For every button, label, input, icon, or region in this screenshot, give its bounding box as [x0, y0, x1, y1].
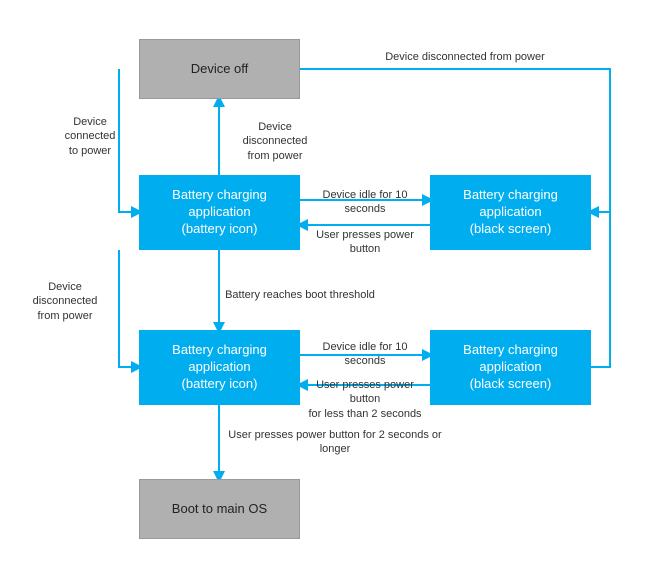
label-power-button-2s: User presses power button for 2 seconds …: [225, 428, 445, 457]
label-disconnected-from-power-top: Device disconnected from power: [380, 50, 550, 64]
label-idle-10s-top: Device idle for 10 seconds: [305, 188, 425, 217]
label-power-button-top: User presses power button: [305, 228, 425, 257]
boot-main-os-node: Boot to main OS: [139, 479, 300, 539]
battery-charging-top-left-label: Battery chargingapplication(battery icon…: [172, 187, 267, 238]
battery-charging-top-right-node: Battery chargingapplication(black screen…: [430, 175, 591, 250]
device-off-label: Device off: [191, 61, 249, 78]
label-disconnected-top: Device disconnectedfrom power: [225, 120, 325, 163]
label-power-button-less: User presses power buttonfor less than 2…: [305, 378, 425, 421]
battery-charging-bot-right-label: Battery chargingapplication(black screen…: [463, 342, 558, 393]
battery-charging-top-right-label: Battery chargingapplication(black screen…: [463, 187, 558, 238]
diagram: Device off Battery chargingapplication(b…: [0, 0, 650, 580]
battery-charging-bot-left-label: Battery chargingapplication(battery icon…: [172, 342, 267, 393]
label-idle-10s-bot: Device idle for 10 seconds: [305, 340, 425, 369]
boot-main-os-label: Boot to main OS: [172, 501, 267, 518]
battery-charging-top-left-node: Battery chargingapplication(battery icon…: [139, 175, 300, 250]
label-disconnected-left: Device disconnectedfrom power: [20, 280, 110, 323]
device-off-node: Device off: [139, 39, 300, 99]
label-connected-to-power: Device connectedto power: [50, 115, 130, 158]
label-boot-threshold: Battery reaches boot threshold: [225, 288, 375, 302]
battery-charging-bot-right-node: Battery chargingapplication(black screen…: [430, 330, 591, 405]
battery-charging-bot-left-node: Battery chargingapplication(battery icon…: [139, 330, 300, 405]
